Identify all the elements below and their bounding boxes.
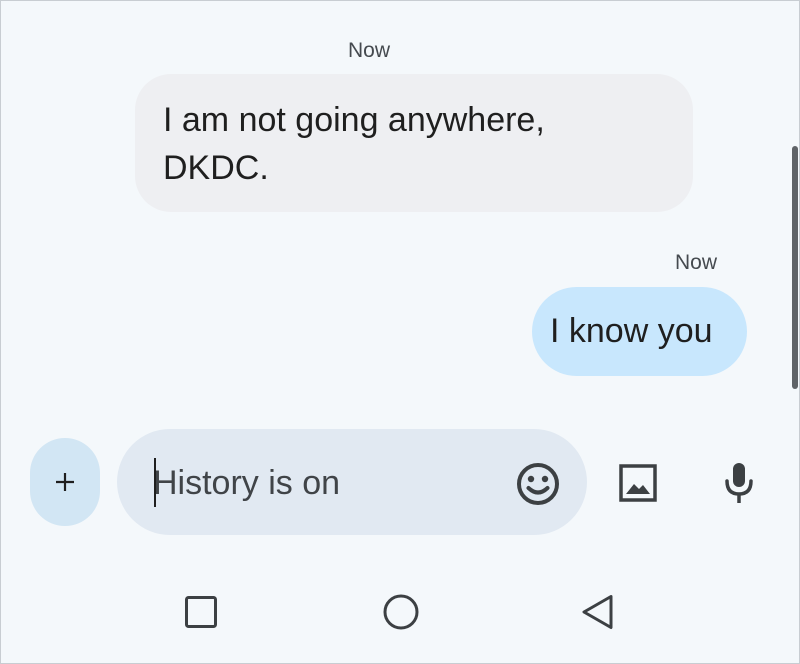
sent-message-bubble[interactable]: I know you [532,287,747,376]
message-input[interactable] [153,463,493,503]
recents-icon [185,596,217,628]
home-button[interactable] [377,588,425,636]
text-cursor [154,458,156,507]
message-timestamp: Now [348,39,391,62]
emoji-icon [517,463,559,505]
message-timestamp: Now [675,251,718,274]
back-button[interactable] [574,588,622,636]
emoji-button[interactable] [514,460,562,508]
mic-icon [725,463,753,503]
gallery-button[interactable] [614,459,662,507]
messaging-screen: Now I am not going anywhere, DKDC. Now I… [0,0,800,664]
recents-button[interactable] [177,588,225,636]
conversation-scrollbar[interactable] [792,146,798,389]
image-icon [619,464,657,502]
voice-message-button[interactable] [715,459,763,507]
message-text-line: DKDC. [163,149,269,187]
back-icon [582,595,613,629]
home-icon [383,594,419,630]
received-message-bubble[interactable]: I am not going anywhere, DKDC. [135,74,693,212]
message-text-line: I am not going anywhere, [163,101,545,139]
attach-button[interactable] [30,438,100,526]
compose-field[interactable] [117,429,587,535]
plus-icon [56,473,74,491]
message-text: I know you [550,312,713,350]
